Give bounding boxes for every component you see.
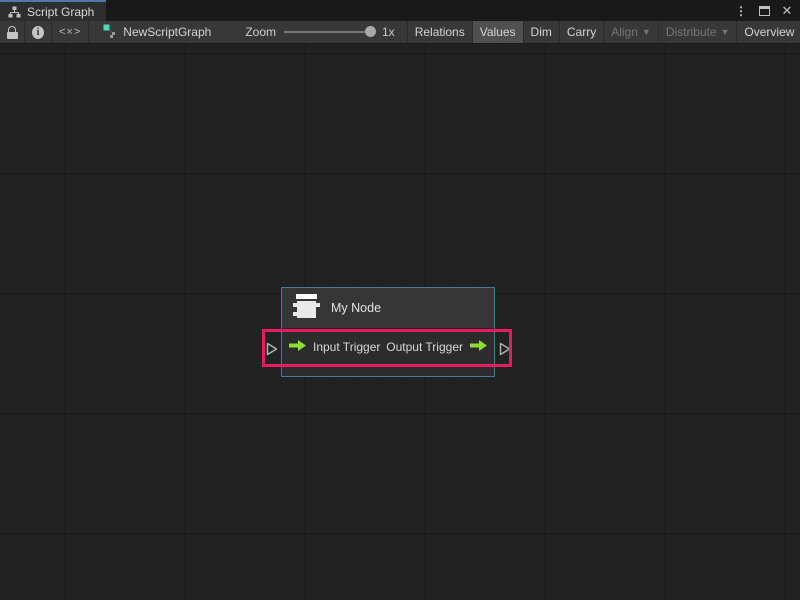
zoom-slider[interactable] [284, 31, 374, 33]
zoom-slider-handle[interactable] [365, 26, 376, 37]
graph-asset-reference[interactable]: NewScriptGraph [89, 21, 221, 43]
port-label: Input Trigger [313, 340, 380, 354]
unit-node[interactable]: My Node Input Trigger Output Trigger [281, 287, 495, 377]
node-port-row: Input Trigger Output Trigger [282, 329, 494, 365]
node-header[interactable]: My Node [282, 288, 494, 329]
carry-button[interactable]: Carry [559, 21, 603, 43]
tab-strip: Script Graph ⋮ ✕ [0, 0, 800, 21]
chevron-down-icon: ▼ [642, 27, 651, 37]
overview-button[interactable]: Overview [736, 21, 800, 43]
toolbar-toggle-group: Relations Values Dim Carry Align ▼ Distr… [407, 21, 800, 43]
flow-arrow-icon [469, 339, 488, 355]
graph-toolbar: i <×> NewScriptGraph Zoom 1x Re [0, 21, 800, 44]
code-icon: <×> [59, 26, 81, 38]
tab-script-graph[interactable]: Script Graph [0, 0, 106, 21]
edit-script-button[interactable]: <×> [52, 21, 89, 43]
output-connection-triangle-icon[interactable] [499, 342, 511, 356]
node-title: My Node [331, 301, 381, 315]
graph-canvas[interactable]: My Node Input Trigger Output Trigger [0, 44, 800, 600]
info-icon: i [32, 26, 44, 39]
graph-name-label: NewScriptGraph [123, 25, 211, 39]
graph-asset-icon [103, 24, 117, 41]
flow-arrow-icon [288, 339, 307, 355]
inspect-button[interactable]: i [25, 21, 52, 43]
lock-icon [7, 26, 18, 39]
close-icon[interactable]: ✕ [780, 3, 794, 19]
input-trigger-port[interactable]: Input Trigger [288, 339, 380, 355]
dim-button[interactable]: Dim [523, 21, 559, 43]
input-connection-triangle-icon[interactable] [266, 342, 278, 356]
port-label: Output Trigger [386, 340, 463, 354]
hierarchy-graph-icon [8, 6, 21, 18]
align-dropdown[interactable]: Align ▼ [603, 21, 658, 43]
zoom-label: Zoom [245, 25, 276, 39]
unit-node-icon [292, 291, 320, 326]
window-controls: ⋮ ✕ [734, 0, 800, 21]
window-menu-icon[interactable]: ⋮ [734, 3, 748, 19]
tab-label: Script Graph [27, 5, 94, 19]
zoom-value-label: 1x [382, 25, 395, 39]
relations-button[interactable]: Relations [407, 21, 472, 43]
values-button[interactable]: Values [472, 21, 523, 43]
lock-button[interactable] [0, 21, 25, 43]
maximize-icon[interactable] [757, 3, 771, 19]
output-trigger-port[interactable]: Output Trigger [386, 339, 488, 355]
distribute-dropdown[interactable]: Distribute ▼ [658, 21, 737, 43]
zoom-control: Zoom 1x [221, 21, 404, 43]
chevron-down-icon: ▼ [721, 27, 730, 37]
script-graph-window: Script Graph ⋮ ✕ i <×> [0, 0, 800, 600]
